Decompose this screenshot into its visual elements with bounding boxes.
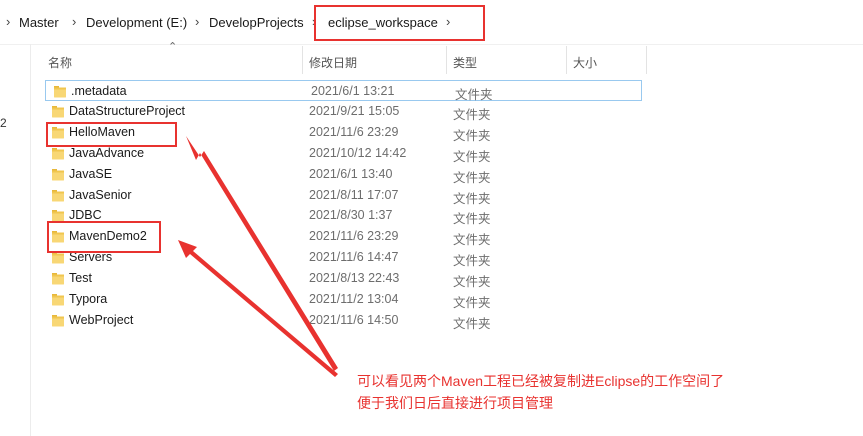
- annotation-text: 可以看见两个Maven工程已经被复制进Eclipse的工作空间了 便于我们日后直…: [357, 370, 724, 414]
- annotation-line-1: 可以看见两个Maven工程已经被复制进Eclipse的工作空间了: [357, 373, 725, 389]
- annotation-line-2: 便于我们日后直接进行项目管理: [357, 395, 553, 411]
- arrow-to-hellomaven: [186, 136, 338, 371]
- arrow-to-mavendemo2: [178, 240, 338, 377]
